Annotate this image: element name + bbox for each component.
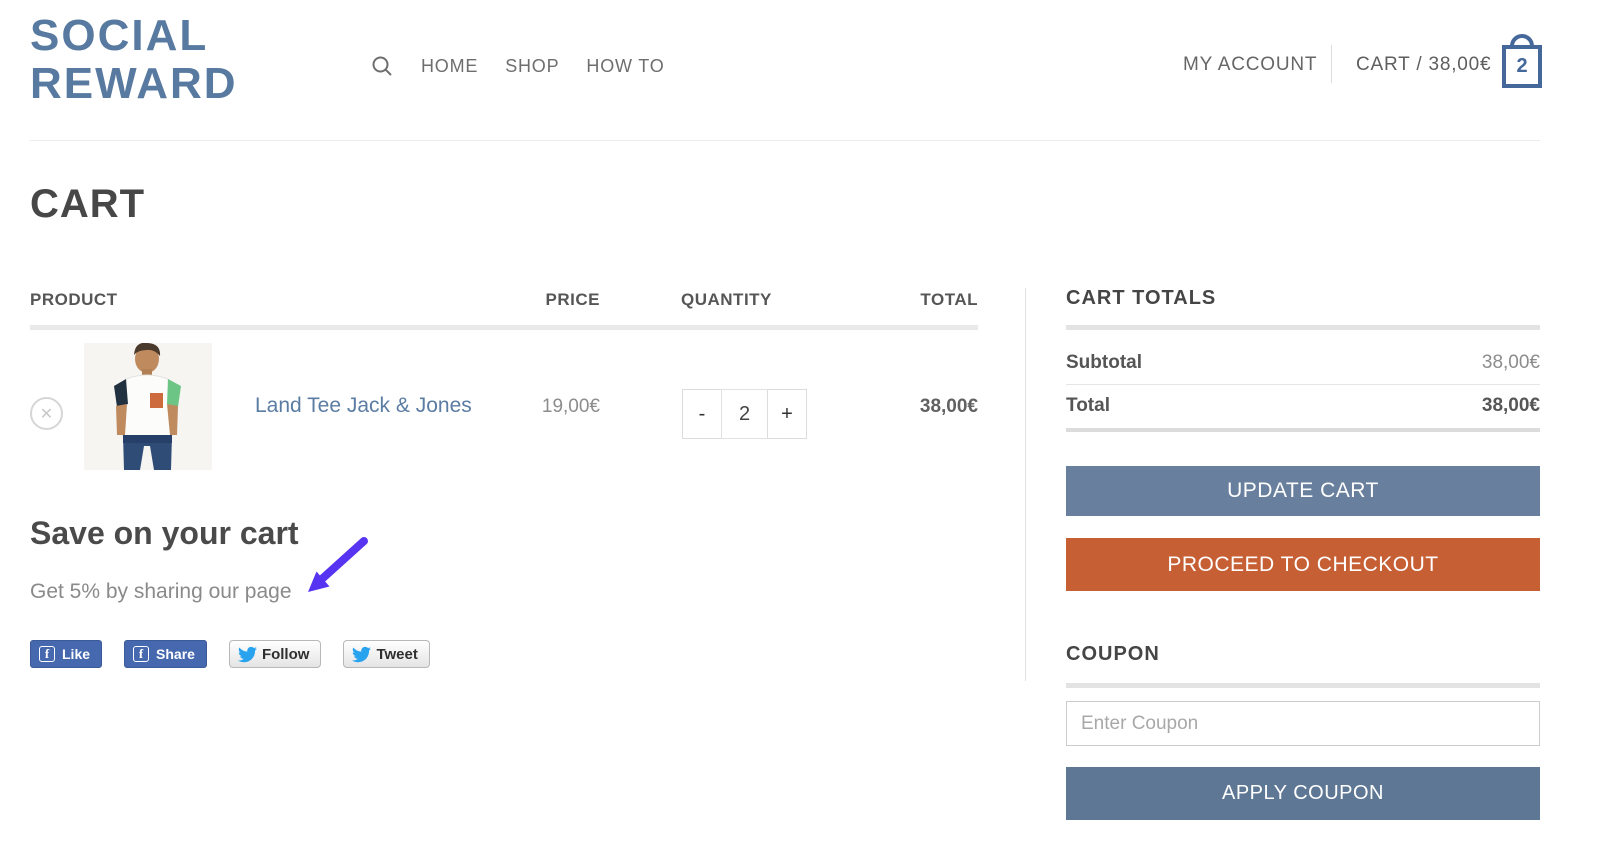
cart-count-badge: 2 — [1502, 45, 1542, 88]
quantity-value[interactable]: 2 — [721, 389, 768, 439]
page-title: CART — [30, 182, 145, 227]
nav-item-home[interactable]: HOME — [421, 56, 478, 77]
header-divider — [1331, 45, 1332, 83]
cart-page: SOCIAL REWARD HOME SHOP HOW TO MY ACCOUN… — [0, 0, 1600, 846]
quantity-decrease-button[interactable]: - — [682, 389, 722, 439]
coupon-input[interactable] — [1066, 701, 1540, 746]
update-cart-button[interactable]: UPDATE CART — [1066, 466, 1540, 516]
like-label: Like — [62, 646, 90, 662]
site-logo[interactable]: SOCIAL REWARD — [30, 12, 238, 108]
remove-item-icon[interactable]: ✕ — [30, 397, 63, 430]
subtotal-value: 38,00€ — [1240, 352, 1540, 374]
item-price: 19,00€ — [460, 396, 600, 418]
col-header-quantity: QUANTITY — [681, 290, 772, 310]
my-account-link[interactable]: MY ACCOUNT — [1183, 54, 1317, 76]
quantity-stepper: - 2 + — [682, 389, 807, 439]
col-header-product: PRODUCT — [30, 290, 118, 310]
coupon-title: COUPON — [1066, 643, 1160, 666]
twitter-icon — [352, 645, 371, 664]
cart-total-link[interactable]: CART / 38,00€ — [1356, 54, 1491, 76]
twitter-icon — [238, 645, 257, 664]
product-name-link[interactable]: Land Tee Jack & Jones — [255, 394, 472, 418]
product-image[interactable] — [84, 343, 212, 470]
coupon-rule — [1066, 683, 1540, 688]
save-section-title: Save on your cart — [30, 515, 299, 552]
totals-bottom-rule — [1066, 428, 1540, 432]
facebook-icon: f — [133, 646, 149, 662]
tweet-label: Tweet — [376, 646, 417, 663]
facebook-icon: f — [39, 646, 55, 662]
total-value: 38,00€ — [1240, 395, 1540, 417]
sidebar-divider — [1025, 288, 1026, 681]
twitter-follow-button[interactable]: Follow — [229, 640, 322, 668]
twitter-tweet-button[interactable]: Tweet — [343, 640, 429, 668]
item-total: 38,00€ — [838, 396, 978, 418]
main-nav: HOME SHOP HOW TO — [370, 0, 665, 132]
nav-item-how-to[interactable]: HOW TO — [586, 56, 664, 77]
table-header-rule — [30, 325, 978, 330]
social-buttons-row: f Like f Share Follow Tweet — [30, 640, 430, 668]
total-label: Total — [1066, 395, 1110, 417]
header-bottom-border — [30, 140, 1540, 141]
totals-row-divider — [1066, 384, 1540, 385]
logo-line2: REWARD — [30, 60, 238, 108]
facebook-like-button[interactable]: f Like — [30, 640, 102, 668]
nav-item-shop[interactable]: SHOP — [505, 56, 559, 77]
logo-line1: SOCIAL — [30, 12, 238, 60]
share-label: Share — [156, 646, 195, 662]
col-header-total: TOTAL — [838, 290, 978, 310]
proceed-to-checkout-button[interactable]: PROCEED TO CHECKOUT — [1066, 538, 1540, 591]
follow-label: Follow — [262, 646, 310, 663]
discount-arrow-icon — [298, 535, 374, 599]
cart-bag-icon[interactable]: 2 — [1502, 34, 1542, 90]
col-header-price: PRICE — [460, 290, 600, 310]
quantity-increase-button[interactable]: + — [767, 389, 807, 439]
cart-totals-title: CART TOTALS — [1066, 287, 1216, 310]
facebook-share-button[interactable]: f Share — [124, 640, 207, 668]
search-icon[interactable] — [370, 54, 394, 78]
subtotal-label: Subtotal — [1066, 352, 1142, 374]
cart-totals-rule — [1066, 325, 1540, 330]
apply-coupon-button[interactable]: APPLY COUPON — [1066, 767, 1540, 820]
save-section-subtitle: Get 5% by sharing our page — [30, 580, 292, 604]
